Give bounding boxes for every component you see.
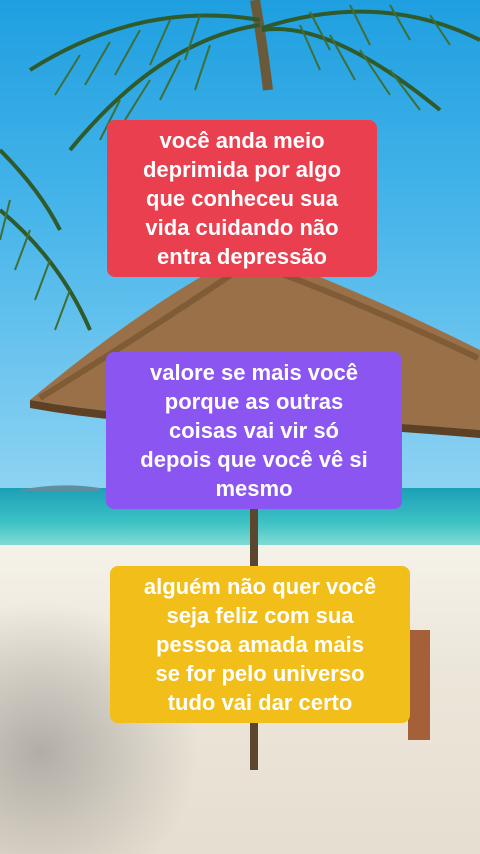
caption-3: alguém não quer você seja feliz com sua … xyxy=(110,566,410,723)
caption-2: valore se mais você porque as outras coi… xyxy=(106,352,402,509)
island xyxy=(20,485,100,491)
beach-chair xyxy=(408,630,430,740)
caption-1: você anda meio deprimida por algo que co… xyxy=(107,120,377,277)
